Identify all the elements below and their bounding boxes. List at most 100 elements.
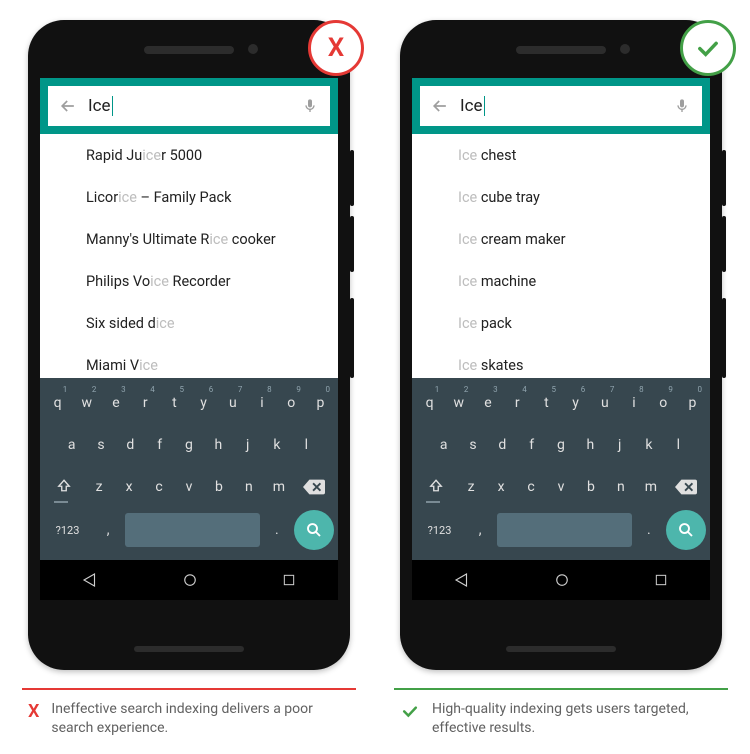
nav-home-icon[interactable] [181, 571, 199, 589]
key-m[interactable]: m [265, 468, 293, 506]
suggestion-item[interactable]: Rapid Juicer 5000 [40, 134, 338, 176]
caption-good: High-quality indexing gets users targete… [394, 700, 728, 738]
suggestion-item[interactable]: Six sided dice [40, 302, 338, 344]
on-screen-keyboard[interactable]: q1w2e3r4t5y6u7i8o9p0 asdfghjkl zxcvbnm ?123… [40, 378, 338, 560]
nav-recents-icon[interactable] [653, 572, 669, 588]
key-p[interactable]: p0 [679, 384, 706, 422]
search-bar[interactable]: Ice [48, 86, 330, 126]
key-c[interactable]: c [145, 468, 173, 506]
search-bar[interactable]: Ice [420, 86, 702, 126]
search-input[interactable]: Ice [452, 96, 670, 116]
key-e[interactable]: e3 [102, 384, 129, 422]
mic-icon[interactable] [670, 96, 694, 116]
mic-icon[interactable] [298, 96, 322, 116]
key-backspace[interactable] [667, 468, 706, 506]
key-l[interactable]: l [293, 426, 320, 464]
key-z[interactable]: z [85, 468, 113, 506]
nav-recents-icon[interactable] [281, 572, 297, 588]
nav-home-icon[interactable] [553, 571, 571, 589]
key-k[interactable]: k [635, 426, 662, 464]
key-search[interactable] [294, 510, 334, 550]
nav-back-icon[interactable] [81, 571, 99, 589]
key-x[interactable]: x [115, 468, 143, 506]
badge-correct [680, 20, 736, 76]
key-w[interactable]: w2 [73, 384, 100, 422]
key-r[interactable]: r4 [504, 384, 531, 422]
key-symbols[interactable]: ?123 [416, 511, 463, 549]
volume-down-button [350, 216, 354, 272]
key-l[interactable]: l [665, 426, 692, 464]
key-backspace[interactable] [295, 468, 334, 506]
key-i[interactable]: i8 [248, 384, 275, 422]
on-screen-keyboard[interactable]: q1w2e3r4t5y6u7i8o9p0 asdfghjkl zxcvbnm ?123… [412, 378, 710, 560]
key-t[interactable]: t5 [533, 384, 560, 422]
nav-back-icon[interactable] [453, 571, 471, 589]
key-z[interactable]: z [457, 468, 485, 506]
key-v[interactable]: v [175, 468, 203, 506]
key-q[interactable]: q1 [44, 384, 71, 422]
key-e[interactable]: e3 [474, 384, 501, 422]
suggestion-item[interactable]: Ice cream maker [412, 218, 710, 260]
suggestion-item[interactable]: Manny's Ultimate Rice cooker [40, 218, 338, 260]
key-space[interactable] [125, 513, 259, 547]
key-t[interactable]: t5 [161, 384, 188, 422]
key-search[interactable] [666, 510, 706, 550]
key-d[interactable]: d [489, 426, 516, 464]
key-p[interactable]: p0 [307, 384, 334, 422]
key-i[interactable]: i8 [620, 384, 647, 422]
key-f[interactable]: f [518, 426, 545, 464]
key-space[interactable] [497, 513, 631, 547]
key-n[interactable]: n [607, 468, 635, 506]
key-a[interactable]: a [430, 426, 457, 464]
key-b[interactable]: b [205, 468, 233, 506]
key-n[interactable]: n [235, 468, 263, 506]
key-o[interactable]: o9 [650, 384, 677, 422]
key-m[interactable]: m [637, 468, 665, 506]
key-w[interactable]: w2 [445, 384, 472, 422]
key-s[interactable]: s [87, 426, 114, 464]
suggestion-item[interactable]: Licorice – Family Pack [40, 176, 338, 218]
key-h[interactable]: h [205, 426, 232, 464]
key-k[interactable]: k [263, 426, 290, 464]
key-u[interactable]: u7 [591, 384, 618, 422]
key-x[interactable]: x [487, 468, 515, 506]
badge-incorrect: X [308, 20, 364, 76]
key-h[interactable]: h [577, 426, 604, 464]
caption-bad: X Ineffective search indexing delivers a… [22, 700, 356, 738]
suggestion-item[interactable]: Ice pack [412, 302, 710, 344]
key-j[interactable]: j [606, 426, 633, 464]
key-y[interactable]: y6 [190, 384, 217, 422]
example-good: Ice Ice chestIce cube trayIce cream make… [390, 20, 732, 754]
key-r[interactable]: r4 [132, 384, 159, 422]
back-arrow-icon[interactable] [56, 96, 80, 116]
key-q[interactable]: q1 [416, 384, 443, 422]
key-g[interactable]: g [175, 426, 202, 464]
key-comma[interactable]: , [93, 511, 123, 549]
key-f[interactable]: f [146, 426, 173, 464]
key-y[interactable]: y6 [562, 384, 589, 422]
suggestion-item[interactable]: Ice machine [412, 260, 710, 302]
key-j[interactable]: j [234, 426, 261, 464]
key-s[interactable]: s [459, 426, 486, 464]
suggestion-item[interactable]: Ice cube tray [412, 176, 710, 218]
android-nav-bar [412, 560, 710, 600]
key-symbols[interactable]: ?123 [44, 511, 91, 549]
key-g[interactable]: g [547, 426, 574, 464]
key-shift[interactable] [416, 468, 455, 506]
key-period[interactable]: . [262, 511, 292, 549]
x-icon: X [28, 701, 39, 722]
key-u[interactable]: u7 [219, 384, 246, 422]
key-a[interactable]: a [58, 426, 85, 464]
key-v[interactable]: v [547, 468, 575, 506]
suggestion-item[interactable]: Philips Voice Recorder [40, 260, 338, 302]
search-input[interactable]: Ice [80, 96, 298, 116]
key-c[interactable]: c [517, 468, 545, 506]
key-d[interactable]: d [117, 426, 144, 464]
key-comma[interactable]: , [465, 511, 495, 549]
back-arrow-icon[interactable] [428, 96, 452, 116]
key-shift[interactable] [44, 468, 83, 506]
key-b[interactable]: b [577, 468, 605, 506]
suggestion-item[interactable]: Ice chest [412, 134, 710, 176]
key-period[interactable]: . [634, 511, 664, 549]
key-o[interactable]: o9 [278, 384, 305, 422]
